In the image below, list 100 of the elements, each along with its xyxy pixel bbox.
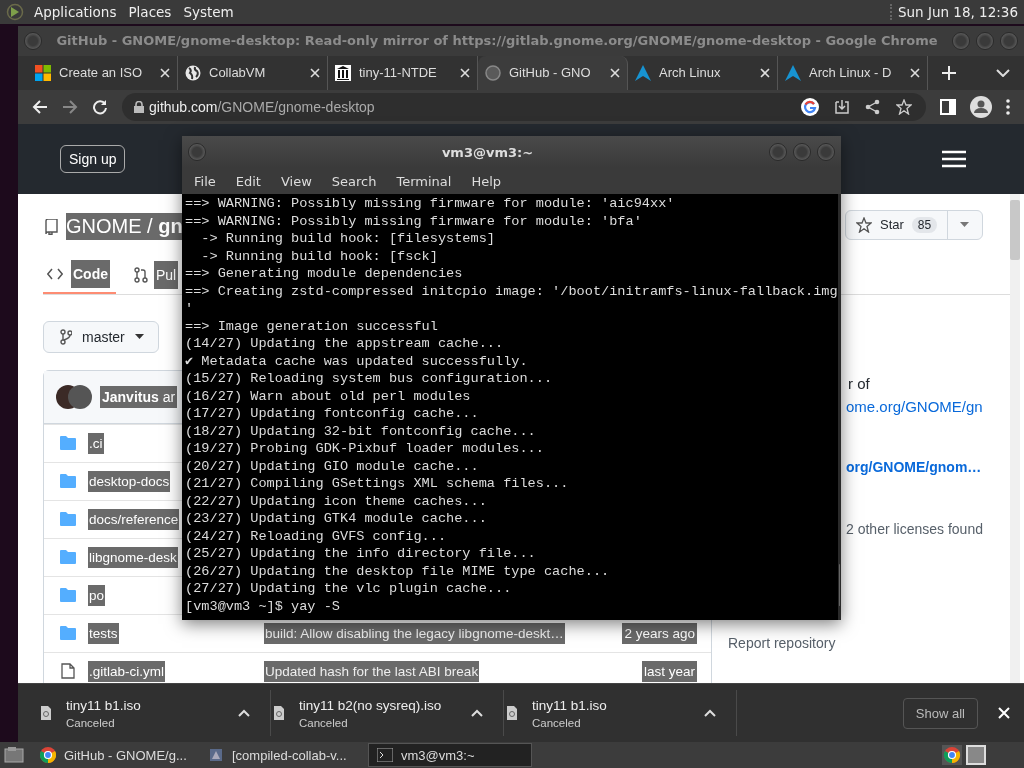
profile-icon[interactable] [970, 95, 992, 118]
repo-tab[interactable]: Code [43, 255, 116, 294]
side-panel-icon[interactable] [940, 98, 956, 115]
show-all-button[interactable]: Show all [902, 697, 978, 729]
branch-icon [60, 328, 72, 345]
lock-icon[interactable] [134, 100, 144, 113]
reload-icon[interactable] [92, 98, 108, 115]
browser-tab[interactable]: tiny-11-NTDE [328, 55, 478, 90]
install-icon[interactable] [834, 98, 850, 115]
browser-tab[interactable]: CollabVM [178, 55, 328, 90]
folder-icon [60, 588, 76, 603]
download-item[interactable]: tiny11 b2(no sysreq).iso Canceled [271, 690, 504, 737]
terminal-line: (27/27) Updating the vlc plugin cache... [185, 580, 513, 598]
terminal-line: (16/27) Warn about old perl modules [185, 387, 472, 405]
columns-building-icon [335, 64, 351, 81]
browser-tab[interactable]: Create an ISO [28, 55, 178, 90]
terminal-line: (15/27) Reloading system bus configuration... [185, 370, 554, 388]
menu-item[interactable]: Terminal [396, 173, 452, 189]
licenses-link[interactable]: 2 other licenses found [846, 520, 983, 537]
address-field[interactable]: github.com/GNOME/gnome-desktop [149, 98, 375, 115]
new-tab-icon[interactable] [942, 65, 956, 80]
terminal-line: (23/27) Updating GTK4 module cache... [185, 510, 488, 528]
file-name[interactable]: docs/reference [88, 508, 180, 530]
chevron-up-icon[interactable] [471, 709, 483, 718]
four-squares-icon [35, 64, 51, 81]
file-name[interactable]: libgnome-desk [88, 546, 178, 568]
file-name[interactable]: desktop-docs [88, 470, 171, 492]
menu-icon[interactable] [942, 149, 966, 168]
caret-icon[interactable] [960, 222, 970, 228]
close-icon[interactable] [460, 67, 470, 78]
chevron-down-icon[interactable] [996, 68, 1010, 77]
report-repository-link[interactable]: Report repository [728, 634, 836, 651]
menu-item[interactable]: View [280, 173, 312, 189]
description-link[interactable]: ome.org/GNOME/gn [846, 397, 983, 415]
terminal-line: [vm3@vm3 ~]$ yay -S [185, 597, 341, 615]
taskbar-item[interactable]: vm3@vm3:~ [368, 743, 532, 767]
file-name[interactable]: tests [88, 622, 119, 644]
close-icon[interactable] [310, 67, 320, 78]
folder-icon [60, 626, 76, 641]
file-icon [60, 663, 76, 680]
browser-tab[interactable]: GitHub - GNO [478, 55, 628, 90]
panel-menu[interactable]: System [181, 4, 236, 20]
terminal-line: (24/27) Reloading GVFS config... [185, 527, 448, 545]
browser-logo-icon[interactable] [942, 745, 962, 765]
taskbar-item[interactable]: [compiled-collab-v... [200, 743, 364, 767]
commit-authors[interactable]: Janvitus ar [100, 385, 178, 408]
forward-icon[interactable] [62, 98, 78, 115]
show-desktop-icon[interactable] [4, 746, 24, 764]
panel-menu[interactable]: Places [126, 4, 174, 20]
file-name[interactable]: .ci [88, 432, 104, 454]
download-item[interactable]: tiny11 b1.iso Canceled [38, 690, 271, 737]
chevron-up-icon[interactable] [238, 709, 250, 718]
panel-menu[interactable]: Applications [32, 4, 119, 20]
star-icon[interactable] [896, 98, 912, 115]
folder-icon [60, 550, 76, 565]
menu-item[interactable]: Edit [235, 173, 261, 189]
terminal-line: ==> Image generation successful [185, 317, 439, 335]
browser-tab[interactable]: Arch Linux [628, 55, 778, 90]
menu-item[interactable]: Help [471, 173, 502, 189]
description-text: r of [848, 374, 870, 392]
star-count: 85 [911, 216, 938, 233]
terminal-line: ✔ Metadata cache was updated successfully. [185, 352, 529, 370]
scrollbar-thumb[interactable] [1010, 199, 1020, 260]
scrollbar-thumb[interactable] [838, 564, 840, 606]
commit-message[interactable]: Updated hash for the last ABI break [264, 660, 480, 682]
file-name[interactable]: .gitlab-ci.yml [88, 660, 165, 682]
chevron-up-icon[interactable] [704, 709, 716, 718]
menu-icon[interactable] [1006, 98, 1010, 115]
commit-message[interactable]: build: Allow disabling the legacy libgnome-deskt… [264, 622, 565, 644]
menu-logo-icon[interactable] [6, 3, 24, 21]
repository-title[interactable]: GNOME / gn [66, 213, 183, 241]
taskbar-item[interactable]: GitHub - GNOME/g... [32, 743, 196, 767]
website-link[interactable]: org/GNOME/gnom… [846, 458, 982, 475]
browser-logo-icon [40, 747, 56, 763]
close-icon[interactable] [760, 67, 770, 78]
book-icon [45, 218, 58, 235]
menu-item[interactable]: File [194, 173, 216, 189]
g-logo-icon[interactable] [801, 97, 819, 116]
terminal-line: (17/27) Updating fontconfig cache... [185, 405, 480, 423]
star-button[interactable]: Star 85 [846, 210, 949, 239]
browser-tab[interactable]: Arch Linux - D [778, 55, 928, 90]
close-icon[interactable] [610, 67, 620, 78]
repo-tab[interactable]: Pul [130, 255, 179, 294]
menu-item[interactable]: Search [331, 173, 377, 189]
terminal-line: (22/27) Updating icon theme caches... [185, 492, 488, 510]
window-title: GitHub - GNOME/gnome-desktop: Read-only mirror of https://gitlab.gnome.org/GNOME/gnome-desktop - Google Chrome [55, 33, 939, 49]
caret-icon [134, 334, 144, 340]
folder-icon [60, 436, 76, 451]
close-icon[interactable] [160, 67, 170, 78]
sign-up-button[interactable]: Sign up [60, 144, 126, 173]
pull-request-icon [134, 266, 148, 283]
back-icon[interactable] [32, 98, 48, 115]
branch-button[interactable]: master [43, 320, 159, 353]
triangle-logo-icon [635, 64, 651, 81]
clock[interactable]: Sun Jun 18, 12:36 [889, 4, 1018, 20]
download-item[interactable]: tiny11 b1.iso Canceled [504, 690, 737, 737]
share-icon[interactable] [865, 98, 881, 115]
close-icon[interactable] [910, 67, 920, 78]
file-name[interactable]: po [88, 584, 106, 606]
terminal-line: (26/27) Updating the desktop file MIME type cache... [185, 562, 611, 580]
